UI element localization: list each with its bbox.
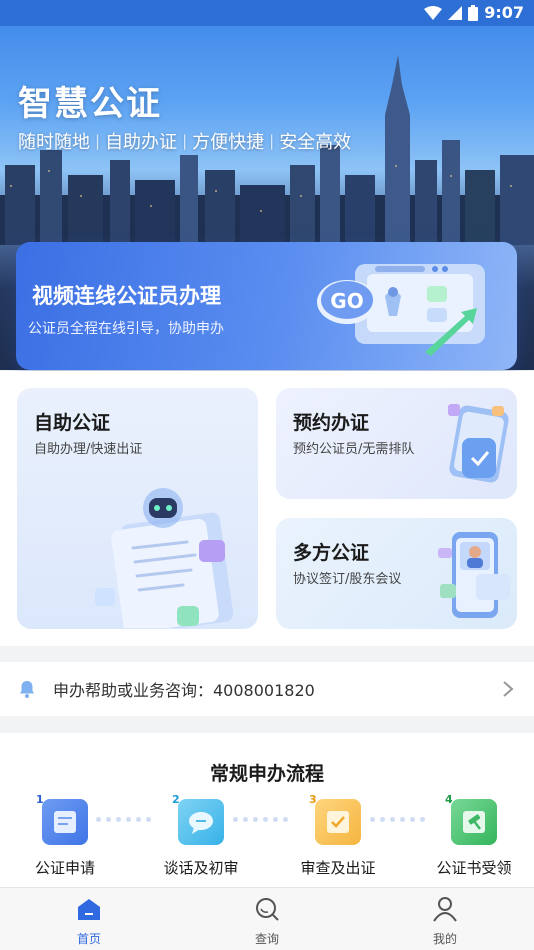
tagline-separator: | bbox=[269, 132, 275, 150]
robot-document-illustration bbox=[95, 488, 234, 628]
step-number: 2 bbox=[172, 793, 180, 806]
video-banner-title: 视频连线公证员办理 bbox=[32, 284, 221, 308]
tagline-separator: | bbox=[182, 132, 188, 150]
self-service-title: 自助公证 bbox=[34, 412, 111, 434]
process-step-apply: 1 公证申请 bbox=[5, 793, 125, 878]
services-section: 自助公证 自助办理/快速出证 预约办证 预约公证员/无需排队 多方公证 协议签订… bbox=[0, 371, 534, 646]
tab-query[interactable]: 查询 bbox=[227, 896, 307, 947]
signal-icon bbox=[448, 5, 463, 20]
status-time: 9:07 bbox=[484, 3, 524, 22]
tagline: 随时随地 bbox=[18, 132, 90, 153]
process-section: 常规申办流程 1 公证申请 2 谈话及初审 3 审查及出证 4 公证书受领 bbox=[0, 733, 534, 888]
tagline: 安全高效 bbox=[279, 132, 352, 153]
tab-home-label: 首页 bbox=[76, 932, 101, 946]
gavel-icon: 4 bbox=[445, 793, 497, 845]
video-call-illustration: GO bbox=[317, 264, 485, 356]
bottom-tab-bar: 首页 查询 我的 bbox=[0, 887, 534, 950]
bell-icon bbox=[20, 681, 34, 698]
hero-taglines: 随时随地 | 自助办证 | 方便快捷 | 安全高效 bbox=[18, 128, 351, 154]
tab-mine-label: 我的 bbox=[432, 932, 457, 946]
chevron-right-icon bbox=[503, 681, 514, 697]
process-title: 常规申办流程 bbox=[209, 763, 324, 785]
appointment-card[interactable]: 预约办证 预约公证员/无需排队 bbox=[276, 388, 517, 499]
chat-bubble-icon: 2 bbox=[172, 793, 224, 845]
multi-party-title: 多方公证 bbox=[293, 542, 370, 564]
process-step-interview: 2 谈话及初审 bbox=[141, 793, 261, 878]
step-label: 公证书受领 bbox=[436, 859, 512, 877]
search-icon bbox=[256, 898, 279, 921]
step-number: 4 bbox=[445, 793, 453, 806]
video-notary-banner[interactable]: 视频连线公证员办理 公证员全程在线引导，协助申办 GO bbox=[16, 242, 517, 370]
user-icon bbox=[433, 897, 457, 922]
status-bar: 9:07 bbox=[0, 0, 534, 26]
appointment-subtitle: 预约公证员/无需排队 bbox=[293, 442, 415, 457]
process-step-review: 3 审查及出证 bbox=[278, 793, 398, 878]
home-icon bbox=[78, 899, 100, 920]
check-document-icon: 3 bbox=[309, 793, 361, 845]
video-banner-subtitle: 公证员全程在线引导，协助申办 bbox=[28, 321, 224, 337]
wifi-icon bbox=[424, 5, 443, 20]
app-title: 智慧公证 bbox=[18, 84, 162, 124]
consultation-hotline-bar[interactable]: 申办帮助或业务咨询：4008001820 bbox=[0, 662, 534, 716]
step-label: 审查及出证 bbox=[300, 859, 376, 877]
tagline: 自助办证 bbox=[105, 132, 178, 153]
self-service-subtitle: 自助办理/快速出证 bbox=[34, 442, 143, 457]
step-number: 1 bbox=[36, 793, 44, 806]
tab-query-label: 查询 bbox=[254, 932, 279, 946]
tagline-separator: | bbox=[95, 132, 101, 150]
appointment-title: 预约办证 bbox=[293, 412, 370, 434]
step-number: 3 bbox=[309, 793, 317, 806]
step-label: 公证申请 bbox=[34, 859, 95, 877]
tab-home[interactable]: 首页 bbox=[49, 896, 129, 947]
calendar-phone-illustration bbox=[448, 404, 509, 483]
consultation-hotline-text: 申办帮助或业务咨询：4008001820 bbox=[53, 681, 315, 700]
multi-party-subtitle: 协议签订/股东会议 bbox=[293, 572, 402, 587]
go-badge: GO bbox=[330, 289, 363, 313]
self-service-notary-card[interactable]: 自助公证 自助办理/快速出证 bbox=[17, 388, 258, 629]
application-form-icon: 1 bbox=[36, 793, 88, 845]
multi-party-notary-card[interactable]: 多方公证 协议签订/股东会议 bbox=[276, 518, 517, 629]
step-label: 谈话及初审 bbox=[163, 859, 239, 877]
tab-mine[interactable]: 我的 bbox=[405, 896, 485, 947]
battery-icon bbox=[468, 4, 479, 21]
tagline: 方便快捷 bbox=[192, 132, 265, 153]
process-step-receive: 4 公证书受领 bbox=[414, 793, 534, 878]
video-meeting-illustration bbox=[438, 532, 510, 618]
